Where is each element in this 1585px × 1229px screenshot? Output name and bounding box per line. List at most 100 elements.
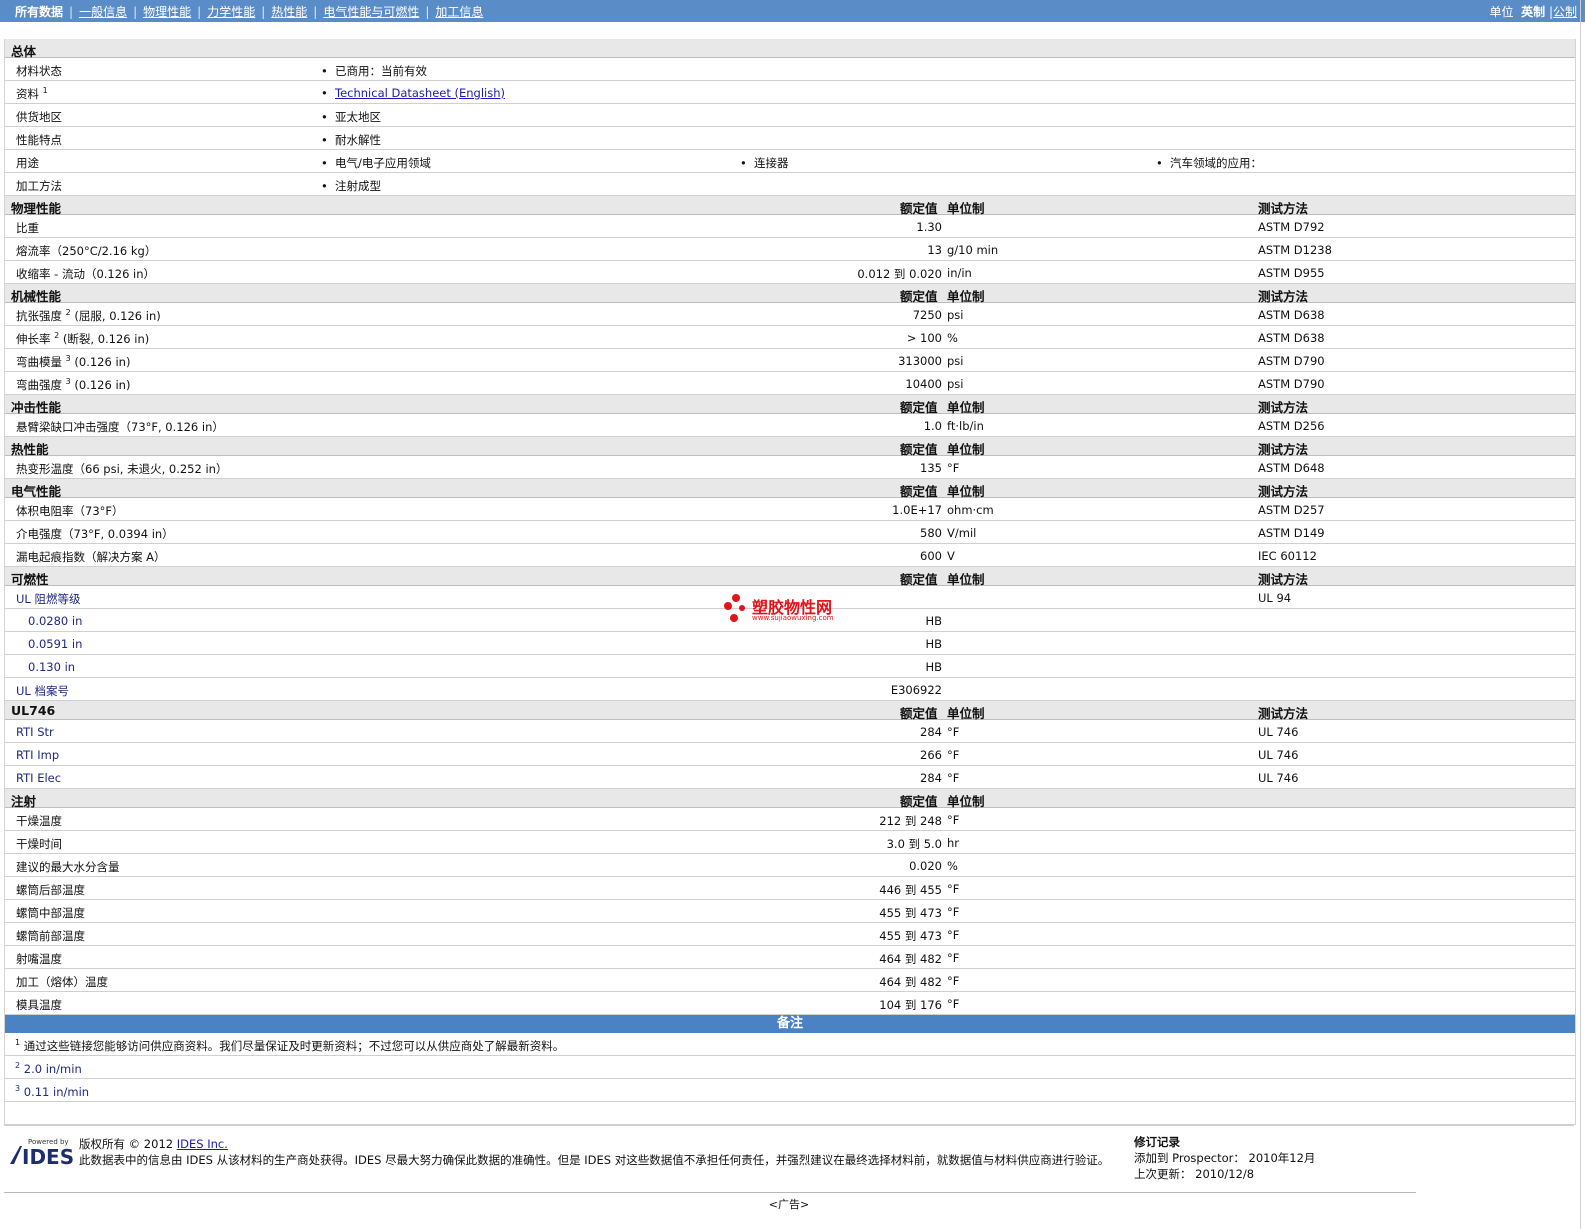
property-value: 0.020 [909,859,942,873]
property-row: 比重 1.30 ASTM D792 [5,215,1575,238]
property-condition: (断裂, 0.126 in) [62,332,150,346]
footnote-body: 2.0 in/min [23,1061,82,1076]
technical-datasheet-link[interactable]: Technical Datasheet (English) [335,86,505,100]
property-label: RTI Imp [16,748,60,762]
property-unit: ohm·cm [947,503,994,517]
property-row: 0.0591 in HB [5,632,1575,655]
footnote-ref: 3 [65,354,71,364]
watermark-url: www.sujiaowuxing.com [752,614,834,622]
property-unit: °F [947,882,960,896]
section-nav: 所有数据 | 一般信息 | 物理性能 | 力学性能 | 热性能 | 电气性能与可燃性 | 加工信息 [12,3,486,20]
footnote-number: 2 [15,1061,21,1070]
copyright-line: 版权所有 © 2012 IDES Inc. [79,1136,1109,1152]
process-value: 注射成型 [321,178,381,194]
test-method: UL 746 [1258,725,1299,739]
docs-label: 资料 1 [16,86,48,102]
test-method: ASTM D256 [1258,419,1325,433]
property-condition: (0.126 in) [74,355,131,369]
test-method: ASTM D792 [1258,220,1325,234]
property-label: 伸长率 2 (断裂, 0.126 in) [16,331,149,347]
property-row: 热变形温度（66 psi, 未退火, 0.252 in） 135 °F ASTM… [5,456,1575,479]
general-use-row: 用途 电气/电子应用领域 连接器 汽车领域的应用： [5,150,1575,173]
property-value: E306922 [890,683,942,697]
section-electrical-header: 电气性能 额定值 单位制 测试方法 [5,479,1575,499]
general-docs-row: 资料 1 Technical Datasheet (English) [5,81,1575,104]
datasheet-table: 总体 材料状态 已商用：当前有效 资料 1 Technical Datashee… [4,39,1576,1125]
property-name: 抗张强度 [16,309,62,323]
ad-placeholder: <广告> [768,1198,810,1211]
property-label: 0.0280 in [28,614,83,628]
general-feature-row: 性能特点 耐水解性 [5,127,1575,150]
feature-value: 耐水解性 [321,132,381,148]
property-row: 射嘴温度 464 到 482 °F [5,946,1575,969]
property-row: 悬臂梁缺口冲击强度（73°F, 0.126 in） 1.0 ft·lb/in A… [5,414,1575,437]
footnote-text: 2 2.0 in/min [15,1061,82,1076]
property-unit: psi [947,354,964,368]
nav-electrical-flammability[interactable]: 电气性能与可燃性 [320,5,422,19]
top-nav-bar: 所有数据 | 一般信息 | 物理性能 | 力学性能 | 热性能 | 电气性能与可燃性 | 加工信息 单位… [0,0,1585,22]
ides-logo[interactable]: Powered by IDES [8,1138,74,1169]
test-method: ASTM D638 [1258,331,1325,345]
property-label: 介电强度（73°F, 0.0394 in） [16,527,174,541]
property-value: 10400 [905,377,942,391]
nav-processing[interactable]: 加工信息 [432,5,486,19]
nav-separator: | [313,5,318,19]
unit-imperial-option[interactable]: 英制 [1521,5,1545,19]
property-value: 580 [920,526,942,540]
property-label: RTI Str [16,725,54,739]
site-watermark: 塑胶物性网 www.sujiaowuxing.com [722,592,862,628]
use-label: 用途 [16,156,39,170]
test-method: ASTM D257 [1258,503,1325,517]
ides-company-link[interactable]: IDES Inc. [177,1137,228,1151]
nav-mechanical[interactable]: 力学性能 [204,5,258,19]
property-unit: ft·lb/in [947,419,984,433]
test-method: ASTM D648 [1258,461,1325,475]
use-value-1: 电气/电子应用领域 [321,155,431,171]
property-row: 介电强度（73°F, 0.0394 in） 580 V/mil ASTM D14… [5,521,1575,544]
property-value: HB [925,614,942,628]
nav-general-info[interactable]: 一般信息 [76,5,130,19]
property-row: 加工（熔体）温度 464 到 482 °F [5,969,1575,992]
nav-separator: | [261,5,266,19]
page-footer: Powered by IDES 版权所有 © 2012 IDES Inc. 此数… [4,1125,1574,1211]
test-method: UL 746 [1258,748,1299,762]
property-row: 熔流率（250°C/2.16 kg） 13 g/10 min ASTM D123… [5,238,1575,261]
property-unit: in/in [947,266,972,280]
nav-physical[interactable]: 物理性能 [140,5,194,19]
watermark-dots-icon [724,594,745,622]
section-title: UL746 [11,703,56,718]
property-row: 建议的最大水分含量 0.020 % [5,854,1575,877]
property-unit: hr [947,836,960,850]
property-unit: °F [947,813,960,827]
footnote-ref: 1 [42,86,48,96]
property-value: 600 [920,549,942,563]
footnote-ref: 2 [65,308,71,318]
unit-metric-option[interactable]: 公制 [1553,5,1577,19]
notes-header: 备注 [5,1015,1575,1033]
property-name: 弯曲模量 [16,355,62,369]
footnote-row: 1 通过这些链接您能够访问供应商资料。我们尽量保证及时更新资料；不过您可以从供应… [5,1033,1575,1056]
property-row: 模具温度 104 到 176 °F [5,992,1575,1015]
nav-separator: | [69,5,74,19]
property-row: 弯曲强度 3 (0.126 in) 10400 psi ASTM D790 [5,372,1575,395]
units-label: 单位 [1489,5,1514,19]
property-label: 热变形温度（66 psi, 未退火, 0.252 in） [16,462,228,476]
section-ul746-header: UL746 额定值 单位制 测试方法 [5,701,1575,721]
property-label: 抗张强度 2 (屈服, 0.126 in) [16,308,161,324]
revision-title: 修订记录 [1134,1135,1180,1149]
property-row: 干燥时间 3.0 到 5.0 hr [5,831,1575,854]
footer-divider [4,1192,1416,1193]
property-row: 收缩率 - 流动（0.126 in） 0.012 到 0.020 in/in A… [5,261,1575,284]
property-label: 弯曲模量 3 (0.126 in) [16,354,130,370]
property-label: 漏电起痕指数（解决方案 A） [16,550,166,564]
footnote-number: 1 [15,1038,21,1048]
property-value: 3.0 到 5.0 [886,837,942,851]
docs-label-text: 资料 [16,87,39,101]
nav-all-data[interactable]: 所有数据 [12,5,66,19]
property-row: UL 档案号 E306922 [5,678,1575,701]
property-label: 干燥时间 [16,837,62,851]
footnote-ref: 2 [54,331,60,341]
property-unit: °F [947,974,960,988]
nav-thermal[interactable]: 热性能 [268,5,310,19]
property-label: 0.0591 in [28,637,83,651]
